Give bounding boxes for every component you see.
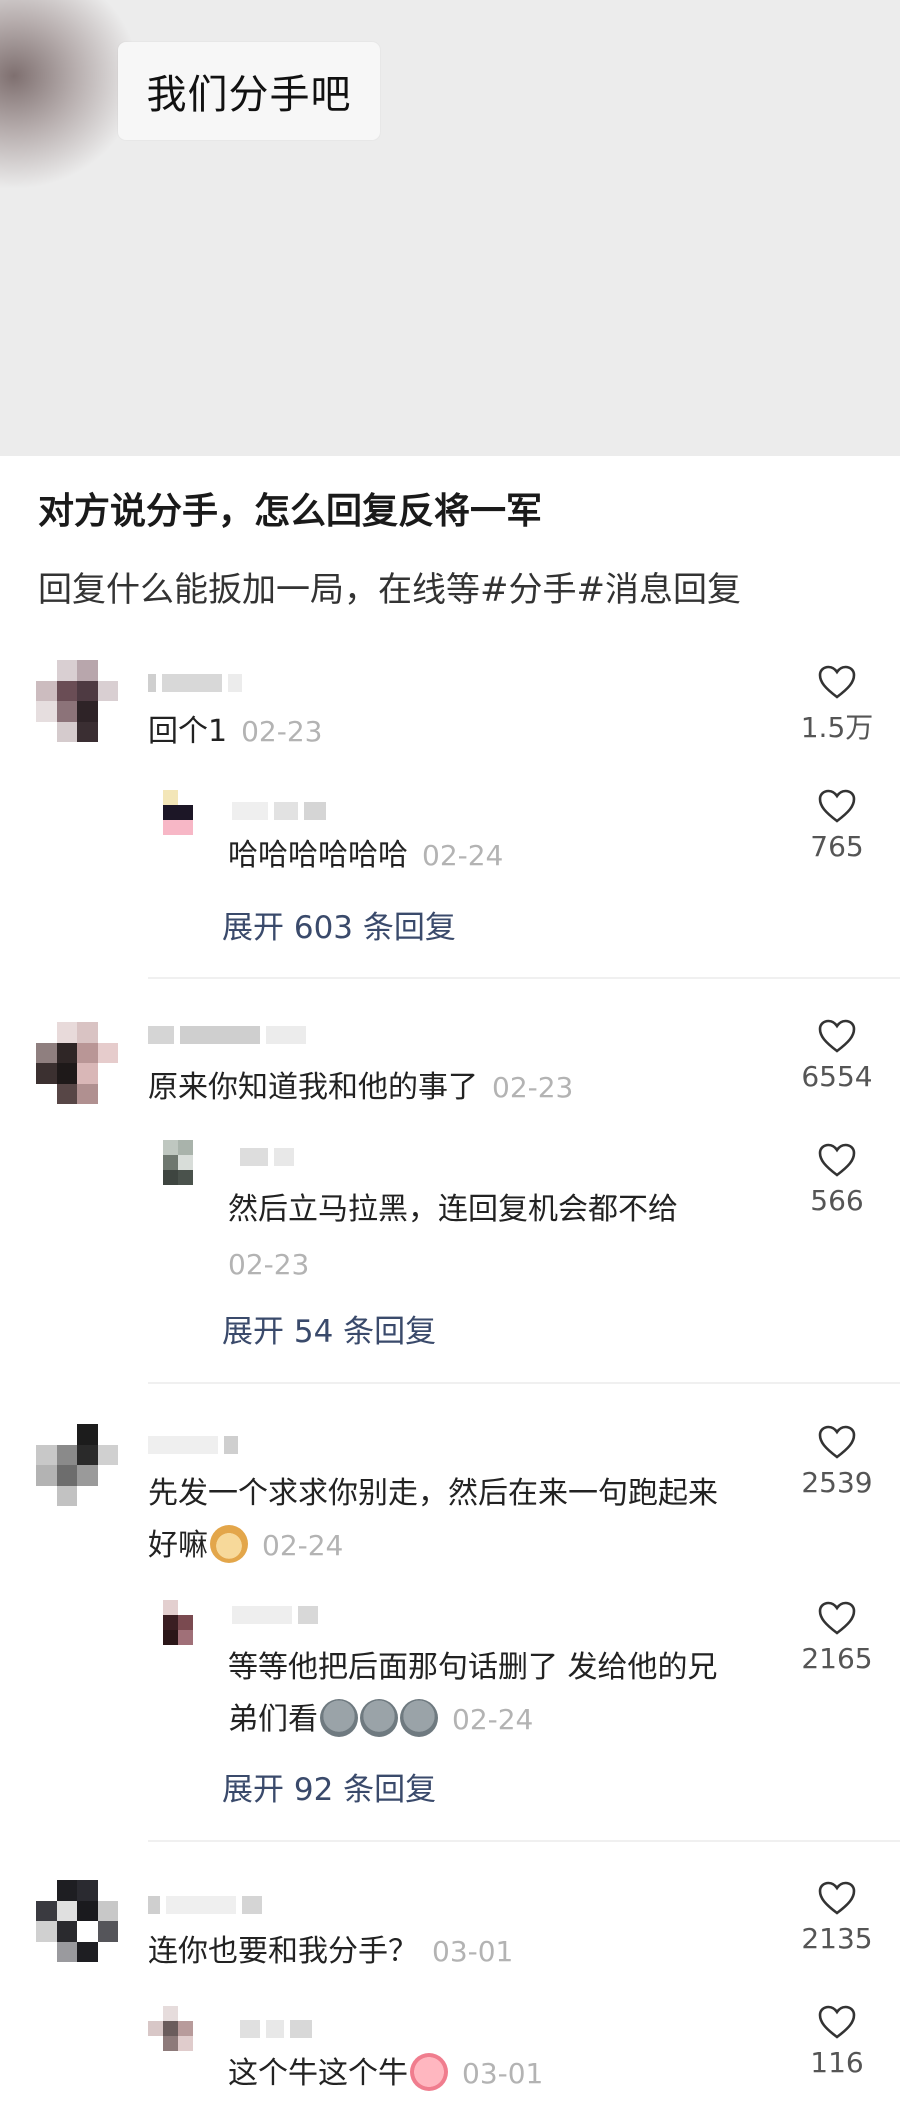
avatar[interactable] (148, 1600, 208, 1660)
like-count: 2135 (801, 1922, 873, 1955)
like-button[interactable]: 116 (792, 2004, 882, 2079)
cow-emoji-icon (410, 2053, 448, 2091)
reply-date: 02-24 (452, 1703, 534, 1736)
avatar[interactable] (36, 1880, 118, 1962)
username-blurred[interactable] (232, 1604, 318, 1626)
comment-text-continued: 好嘛 02-24 (148, 1520, 343, 1572)
post-image[interactable]: 我们分手吧 (0, 0, 900, 456)
crying-emoji-icon (320, 1699, 358, 1737)
comment-text: 先发一个求求你别走，然后在来一句跑起来 (148, 1476, 718, 1511)
heart-outline-icon (818, 665, 856, 699)
like-button[interactable]: 1.5万 (792, 664, 882, 746)
like-button[interactable]: 2539 (792, 1424, 882, 1499)
divider (148, 1840, 900, 1842)
like-count: 2165 (801, 1642, 873, 1675)
monkey-emoji-icon (210, 1525, 248, 1563)
like-count: 765 (810, 830, 864, 863)
expand-replies-link[interactable]: 展开 54 条回复 (222, 1306, 436, 1351)
username-blurred[interactable] (148, 672, 242, 694)
comment-text: 连你也要和我分手？ 03-01 (148, 1934, 514, 1969)
chat-bubble: 我们分手吧 (118, 42, 380, 140)
like-button[interactable]: 2165 (792, 1600, 882, 1675)
like-button[interactable]: 566 (792, 1142, 882, 1217)
comment-text: 回个1 02-23 (148, 714, 323, 749)
username-blurred[interactable] (148, 1024, 306, 1046)
avatar[interactable] (36, 660, 118, 742)
reply-date: 03-01 (462, 2057, 544, 2090)
like-count: 6554 (801, 1060, 873, 1093)
heart-outline-icon (818, 2005, 856, 2039)
avatar[interactable] (148, 2006, 208, 2066)
avatar[interactable] (148, 790, 208, 850)
post-title: 对方说分手，怎么回复反将一军 (38, 491, 543, 532)
reply-text: 然后立马拉黑，连回复机会都不给 (228, 1192, 678, 1227)
chat-bubble-text: 我们分手吧 (146, 72, 352, 118)
username-blurred[interactable] (240, 1146, 294, 1168)
reply-text-continued: 弟们看 02-24 (228, 1694, 533, 1746)
username-blurred[interactable] (232, 800, 326, 822)
comment-date: 02-23 (492, 1071, 574, 1104)
expand-replies-link[interactable]: 展开 92 条回复 (222, 1764, 436, 1809)
like-count: 116 (810, 2046, 864, 2079)
comment-date: 03-01 (432, 1935, 514, 1968)
like-button[interactable]: 765 (792, 788, 882, 863)
username-blurred[interactable] (148, 1894, 262, 1916)
avatar[interactable] (36, 1022, 118, 1104)
reply-date: 02-24 (422, 839, 504, 872)
post-description: 回复什么能扳加一局，在线等#分手#消息回复 (38, 570, 741, 610)
username-blurred[interactable] (240, 2018, 312, 2040)
avatar[interactable] (36, 1424, 118, 1506)
avatar[interactable] (148, 1140, 208, 1200)
heart-outline-icon (818, 1425, 856, 1459)
username-blurred[interactable] (148, 1434, 238, 1456)
comment-date: 02-23 (241, 715, 323, 748)
heart-outline-icon (818, 1019, 856, 1053)
heart-outline-icon (818, 789, 856, 823)
reply-text: 这个牛这个牛 03-01 (228, 2048, 543, 2100)
divider (148, 1382, 900, 1384)
like-count: 1.5万 (800, 711, 874, 744)
like-count: 2539 (801, 1466, 873, 1499)
heart-outline-icon (818, 1601, 856, 1635)
heart-outline-icon (818, 1881, 856, 1915)
crying-emoji-icon (360, 1699, 398, 1737)
comment-text: 原来你知道我和他的事了 02-23 (148, 1070, 574, 1105)
divider (148, 977, 900, 979)
reply-text: 哈哈哈哈哈哈 02-24 (228, 838, 504, 873)
like-button[interactable]: 2135 (792, 1880, 882, 1955)
like-count: 566 (810, 1184, 864, 1217)
heart-outline-icon (818, 1143, 856, 1177)
comment-date: 02-24 (262, 1529, 344, 1562)
reply-text: 等等他把后面那句话删了 发给他的兄 (228, 1650, 718, 1685)
reply-date: 02-23 (228, 1248, 310, 1281)
crying-emoji-icon (400, 1699, 438, 1737)
like-button[interactable]: 6554 (792, 1018, 882, 1093)
expand-replies-link[interactable]: 展开 603 条回复 (222, 902, 456, 947)
